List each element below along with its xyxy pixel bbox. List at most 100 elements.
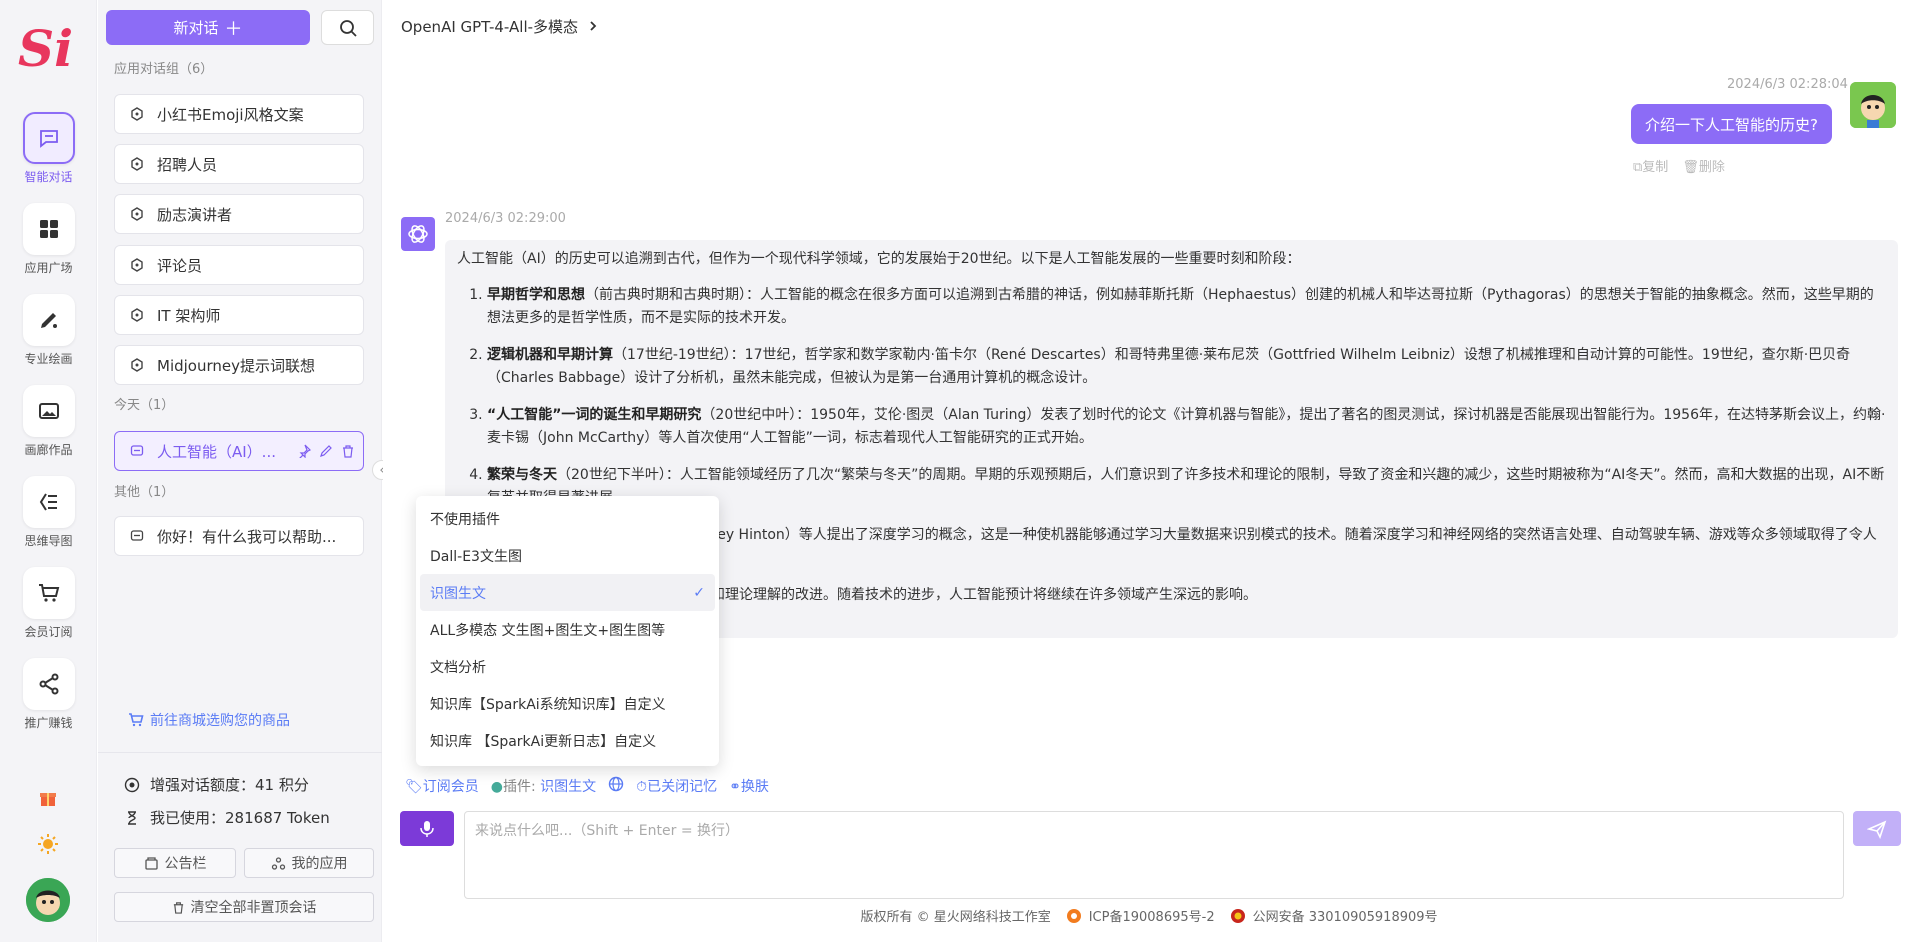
- plugin-option-selected[interactable]: 识图生文 ✓: [420, 574, 715, 611]
- nav-rail: Si 智能对话 应用广场 专业绘画 画廊作品 思维导图 会员订阅 推广赚钱: [0, 0, 97, 942]
- skin-toggle[interactable]: ⚭换肤: [729, 776, 769, 796]
- rail-label: 思维导图: [24, 534, 73, 548]
- message-input[interactable]: 来说点什么吧...（Shift + Enter = 换行）: [464, 811, 1844, 899]
- notice-label: 公告栏: [164, 856, 207, 872]
- user-message-time: 2024/6/3 02:28:04: [1727, 77, 1848, 92]
- microphone-icon: [420, 820, 434, 837]
- chevron-right-icon[interactable]: [586, 19, 600, 33]
- user-message-actions: ⧉复制 🗑删除: [1633, 156, 1725, 175]
- user-message-text: 介绍一下人工智能的历史?: [1645, 115, 1818, 134]
- gear-icon: [1066, 908, 1081, 923]
- mindmap-icon: [22, 476, 75, 528]
- app-root: Si 智能对话 应用广场 专业绘画 画廊作品 思维导图 会员订阅 推广赚钱 新对…: [0, 0, 1915, 942]
- plugin-option[interactable]: 不使用插件: [420, 500, 715, 537]
- share-icon: [22, 658, 75, 710]
- plugin-option[interactable]: 知识库 【SparkAi更新日志】自定义: [420, 722, 715, 759]
- plugin-option[interactable]: ALL多模态 文生图+图生文+图生图等: [420, 611, 715, 648]
- apps-icon: [271, 856, 285, 870]
- divider: [98, 752, 382, 753]
- svg-text:Si: Si: [18, 19, 73, 78]
- trash-icon: [173, 901, 183, 914]
- conversation-title: IT 架构师: [157, 306, 221, 325]
- group-title-apps: 应用对话组（6）: [114, 62, 214, 77]
- rail-item-subscribe[interactable]: 会员订阅: [0, 567, 97, 647]
- message-icon: [129, 443, 145, 459]
- cart-icon: [22, 567, 75, 619]
- memory-toggle[interactable]: ⏱已关闭记忆: [636, 776, 717, 796]
- model-title: OpenAI GPT-4-All-多模态: [401, 17, 579, 36]
- chat-main: OpenAI GPT-4-All-多模态 2024/6/3 02:28:04 介…: [383, 0, 1915, 942]
- conversation-item-active[interactable]: 人工智能（AI）...: [114, 431, 364, 471]
- ai-avatar: [401, 217, 435, 251]
- shop-link-label: 前往商城选购您的商品: [150, 713, 290, 729]
- check-icon: ✓: [693, 584, 705, 601]
- user-message-bubble: 介绍一下人工智能的历史?: [1631, 104, 1832, 144]
- police-link[interactable]: 公网安备 33010905918909号: [1229, 906, 1438, 925]
- send-icon: [1867, 820, 1887, 839]
- rail-item-gallery[interactable]: 画廊作品: [0, 385, 97, 465]
- rail-label: 会员订阅: [24, 625, 73, 639]
- rail-label: 推广赚钱: [24, 716, 73, 730]
- conversation-actions: [297, 444, 355, 458]
- footer: 版权所有 © 星火网络科技工作室 ICP备19008695号-2 公网安备 33…: [383, 906, 1915, 925]
- notice-button[interactable]: 公告栏: [114, 848, 236, 878]
- conversation-title: Midjourney提示词联想: [157, 356, 315, 375]
- subscribe-link[interactable]: 🏷订阅会员: [405, 776, 479, 796]
- group-title-today: 今天（1）: [114, 398, 175, 413]
- user-avatar[interactable]: [26, 878, 70, 922]
- delete-button[interactable]: 🗑删除: [1682, 156, 1725, 175]
- conversation-title: 励志演讲者: [157, 205, 233, 224]
- plugin-option[interactable]: Dall-E3文生图: [420, 537, 715, 574]
- globe-icon[interactable]: [608, 776, 624, 796]
- usage-stat: 我已使用：281687 Token: [124, 807, 330, 828]
- conversation-item[interactable]: 你好！有什么我可以帮助...: [114, 516, 364, 556]
- shop-link[interactable]: 前往商城选购您的商品: [128, 710, 290, 730]
- quota-label: 增强对话额度：: [150, 776, 256, 794]
- conversation-item[interactable]: 小红书Emoji风格文案: [114, 94, 364, 134]
- cube-icon: [129, 257, 145, 273]
- plugin-option[interactable]: 文档分析: [420, 648, 715, 685]
- gift-icon[interactable]: [36, 788, 60, 812]
- my-apps-button[interactable]: 我的应用: [244, 848, 374, 878]
- message-input-placeholder: 来说点什么吧...（Shift + Enter = 换行）: [475, 823, 740, 839]
- rail-item-chat[interactable]: 智能对话: [0, 112, 97, 192]
- cube-icon: [129, 357, 145, 373]
- rail-item-mindmap[interactable]: 思维导图: [0, 476, 97, 556]
- rail-item-share[interactable]: 推广赚钱: [0, 658, 97, 738]
- clear-conversations-button[interactable]: 清空全部非置顶会话: [114, 892, 374, 922]
- delete-icon[interactable]: [341, 444, 355, 458]
- grid-icon: [22, 203, 75, 255]
- voice-input-button[interactable]: [400, 811, 454, 846]
- conversation-item[interactable]: Midjourney提示词联想: [114, 345, 364, 385]
- send-button[interactable]: [1853, 811, 1901, 846]
- gallery-icon: [22, 385, 75, 437]
- app-logo[interactable]: Si: [16, 14, 80, 78]
- cube-icon: [129, 307, 145, 323]
- conversation-title: 小红书Emoji风格文案: [157, 105, 304, 124]
- conversation-item[interactable]: 招聘人员: [114, 144, 364, 184]
- plugin-selector[interactable]: ●插件: 识图生文: [491, 776, 596, 796]
- rail-item-apps[interactable]: 应用广场: [0, 203, 97, 283]
- rail-label: 智能对话: [24, 170, 73, 184]
- edit-icon[interactable]: [319, 444, 333, 458]
- police-badge-icon: [1230, 908, 1245, 923]
- search-button[interactable]: [321, 10, 374, 45]
- new-chat-button[interactable]: 新对话 ＋: [106, 10, 310, 45]
- clear-label: 清空全部非置顶会话: [190, 900, 317, 916]
- quota-value: 41 积分: [255, 776, 309, 794]
- sun-icon[interactable]: [36, 833, 60, 857]
- user-message-avatar: [1850, 82, 1896, 128]
- copy-button[interactable]: ⧉复制: [1633, 156, 1668, 175]
- cube-icon: [129, 156, 145, 172]
- new-chat-label: 新对话: [173, 19, 219, 37]
- conversation-item[interactable]: 励志演讲者: [114, 194, 364, 234]
- copyright-text: 版权所有 © 星火网络科技工作室: [860, 910, 1051, 925]
- rail-label: 应用广场: [24, 261, 73, 275]
- icp-link[interactable]: ICP备19008695号-2: [1065, 906, 1215, 925]
- pin-icon[interactable]: [297, 444, 311, 458]
- conversation-item[interactable]: 评论员: [114, 245, 364, 285]
- plugin-option[interactable]: 知识库【SparkAi系统知识库】自定义: [420, 685, 715, 722]
- conversation-item[interactable]: IT 架构师: [114, 295, 364, 335]
- rail-item-paint[interactable]: 专业绘画: [0, 294, 97, 374]
- quota-stat: 增强对话额度：41 积分: [124, 774, 309, 795]
